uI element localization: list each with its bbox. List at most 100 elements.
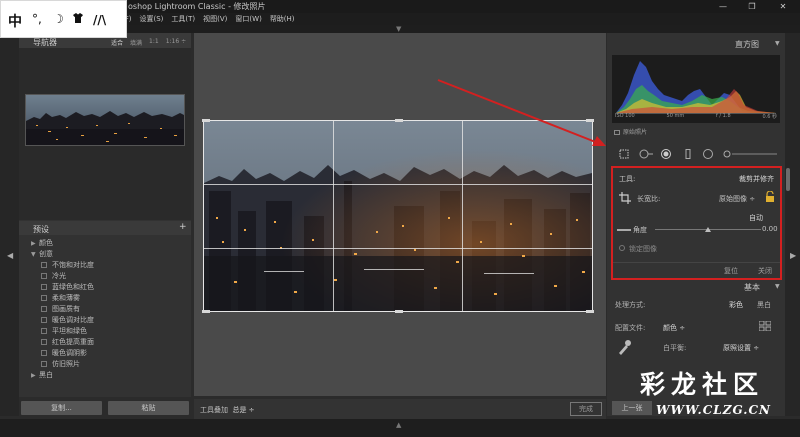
focal-length-value: 50 mm [666,113,685,119]
tool-overlay-select[interactable]: 总是 ÷ [232,406,254,414]
iso-value: ISO 100 [615,113,635,119]
angle-value[interactable]: 0.00 [762,225,778,233]
collapse-triangle-icon[interactable]: ▼ [775,40,780,47]
list-item[interactable]: 暖色调对比度 [41,315,94,325]
aperture-value: f / 1.8 [716,113,731,119]
collapse-triangle-icon[interactable]: ▼ [775,283,780,290]
crop-handle-top-right[interactable] [586,119,594,122]
histogram-title: 直方图 [735,40,759,49]
menu-view[interactable]: 视图(V) [203,13,227,25]
zoom-fit[interactable]: 适合 [111,38,123,47]
menu-tools[interactable]: 工具(T) [171,13,195,25]
preset-group-color[interactable]: ▶ 颜色 [31,238,53,248]
right-panel-edge[interactable]: ▶ [785,33,800,416]
crop-handle-top[interactable] [395,119,403,122]
navigator-thumbnail[interactable] [25,94,185,146]
watermark-url: WWW.CLZG.CN [656,403,772,417]
watermark-chinese: 彩龙社区 [640,370,765,399]
crop-close-button[interactable]: 关闭 [758,266,772,276]
zoom-1-16[interactable]: 1:16 ÷ [166,38,186,47]
treatment-bw-option[interactable]: 黑白 [757,300,771,310]
crop-frame-tool-icon[interactable] [619,192,631,204]
profile-select[interactable]: 颜色 ÷ [663,323,685,333]
adjustment-brush-icon[interactable] [723,149,779,159]
preset-group-bw[interactable]: ▶ 黑白 [31,370,53,380]
basic-panel-header[interactable]: 基本 ▼ [607,280,785,292]
shutter-value: 0.6 秒 [762,114,777,120]
list-item[interactable]: 蓝绿色和红色 [41,282,94,292]
paste-settings-button[interactable]: 粘贴 [108,401,189,415]
navigator-title: 导航器 [33,38,57,47]
constrain-to-image-option[interactable]: 锁定图像 [619,244,657,254]
zoom-1-1[interactable]: 1:1 [149,38,159,47]
ime-moon-icon[interactable]: ☽ [53,12,64,26]
crop-handle-bottom-right[interactable] [586,310,594,313]
straighten-tool-icon[interactable] [617,226,631,234]
angle-slider-knob[interactable] [705,227,711,232]
crop-grid-line [204,247,592,249]
red-eye-icon[interactable] [661,149,671,159]
close-button[interactable]: ✕ [772,0,794,13]
tool-name: 裁剪并修齐 [739,175,774,183]
graduated-filter-icon[interactable] [683,149,693,159]
aspect-ratio-select[interactable]: 原始图像 ÷ [719,194,755,204]
list-item[interactable]: 暖色调阴影 [41,348,87,358]
list-item[interactable]: 冷光 [41,271,66,281]
lock-icon[interactable] [765,191,775,203]
histogram-header[interactable]: 直方图 ▼ [607,37,785,50]
done-button[interactable]: 完成 [570,402,602,416]
navigator-preview[interactable] [19,48,191,220]
crop-overlay[interactable] [202,119,594,313]
window-title: oshop Lightroom Classic - 修改照片 [128,2,266,11]
ime-toolbar[interactable]: 中 °, ☽ //\ [0,0,127,38]
left-panel-edge[interactable]: ◀ [0,33,19,416]
list-item[interactable]: 仿旧照片 [41,359,80,369]
canvas-toolbar: 工具叠加 总是 ÷ 完成 [194,399,606,419]
image-canvas[interactable] [194,33,606,396]
copy-settings-button[interactable]: 复制... [21,401,102,415]
right-collapse-icon[interactable]: ▶ [790,251,796,260]
profile-browser-icon[interactable] [759,321,771,331]
list-item[interactable]: 平坦和绿色 [41,326,87,336]
auto-straighten-button[interactable]: 自动 [749,213,763,223]
list-item[interactable]: 不饱和对比度 [41,260,94,270]
minimize-button[interactable]: — [712,0,734,13]
white-balance-eyedropper-icon[interactable] [617,339,631,355]
white-balance-select[interactable]: 原照设置 ÷ [723,343,759,353]
crop-grid-line [333,121,335,311]
basic-panel-title: 基本 [744,283,760,292]
menu-help[interactable]: 帮助(H) [270,13,295,25]
treatment-label: 处理方式: [615,301,646,309]
presets-header[interactable]: 预设 + [19,221,191,235]
original-photo-toggle[interactable]: 原始照片 [614,127,647,136]
list-item[interactable]: 图画质有 [41,304,80,314]
crop-handle-bottom[interactable] [395,310,403,313]
crop-handle-top-left[interactable] [202,119,210,122]
crop-handle-bottom-left[interactable] [202,310,210,313]
ime-skin-icon[interactable] [72,12,84,27]
maximize-button[interactable]: ❐ [741,0,763,13]
crop-tool-icon[interactable] [619,149,629,159]
checkbox-icon[interactable] [614,130,620,135]
left-button-bar: 复制... 粘贴 [19,397,191,417]
presets-title: 预设 [33,225,49,234]
list-item[interactable]: 柔和薄雾 [41,293,80,303]
list-item[interactable]: 红色提高重面 [41,337,94,347]
radial-filter-icon[interactable] [703,149,713,159]
menu-window[interactable]: 窗口(W) [235,13,261,25]
left-collapse-icon[interactable]: ◀ [7,251,13,260]
ime-toolbox-icon[interactable]: //\ [93,13,106,27]
spot-removal-icon[interactable] [639,149,653,159]
treatment-color-option[interactable]: 彩色 [729,300,743,310]
right-panel-scrollbar[interactable] [786,168,790,191]
menu-settings[interactable]: 设置(S) [140,13,164,25]
ime-punctuation-icon[interactable]: °, [32,12,42,26]
exif-info: ISO 100 50 mm f / 1.8 0.6 秒 [612,113,780,120]
zoom-fill[interactable]: 填满 [130,38,142,47]
preset-group-creative[interactable]: ▼ 创意 [31,249,53,259]
crop-grid-line [204,184,592,186]
add-preset-button[interactable]: + [179,222,187,232]
crop-reset-button[interactable]: 复位 [724,266,738,276]
tool-label: 工具: [619,175,636,183]
ime-language-indicator[interactable]: 中 [8,11,22,31]
